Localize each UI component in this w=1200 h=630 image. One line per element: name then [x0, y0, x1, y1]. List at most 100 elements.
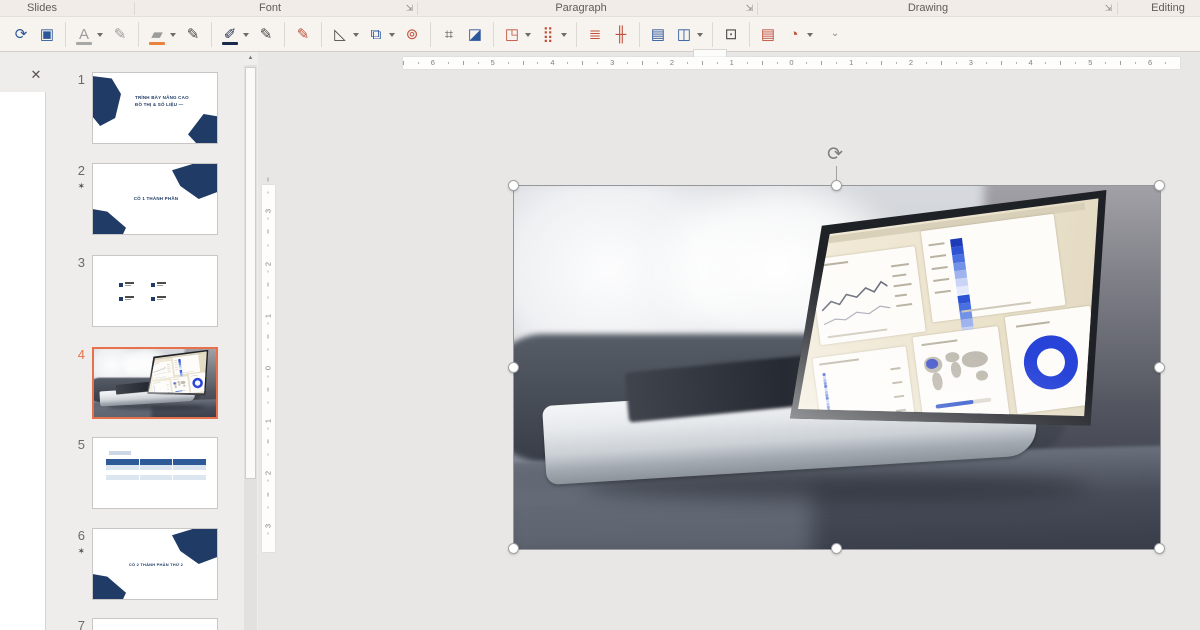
rotation-handle-icon[interactable]: ⟳: [824, 144, 846, 166]
slide-thumbnail-3[interactable]: [92, 255, 218, 327]
notes-page-icon[interactable]: ▤: [755, 22, 781, 48]
rotate-shape-icon[interactable]: ◺: [327, 22, 353, 48]
rotate-shape-dropdown-chevron[interactable]: [353, 32, 359, 37]
resize-handle-top-right[interactable]: [1154, 180, 1165, 191]
reuse-slides-glyph: ⟳: [14, 26, 28, 43]
toolbar-separator: [321, 22, 322, 47]
slide-panel-scrollbar[interactable]: ▲: [244, 52, 257, 630]
scroll-up-icon[interactable]: ▲: [244, 52, 257, 65]
ruler-mark: 6: [403, 57, 463, 69]
fill-eyedropper-icon[interactable]: ✎: [180, 22, 206, 48]
font-color-eyedropper-icon[interactable]: ✎: [107, 22, 133, 48]
slide-thumbnail-2[interactable]: CÓ 1 THÀNH PHẦN: [92, 163, 218, 235]
resize-handle-top-middle[interactable]: [831, 180, 842, 191]
table-shading-icon[interactable]: ▤: [645, 22, 671, 48]
resize-handle-middle-left[interactable]: [508, 362, 519, 373]
change-picture-icon[interactable]: ▣: [34, 22, 60, 48]
ribbon-group-drawing[interactable]: Drawing: [908, 0, 948, 17]
reuse-slides-icon[interactable]: ⟳: [8, 22, 34, 48]
slide-title-line: ĐỒ THỊ & SỐ LIỆU —: [135, 101, 184, 107]
slide-thumbnail-7[interactable]: [92, 618, 218, 630]
outline-eyedropper-icon[interactable]: ✎: [253, 22, 279, 48]
highlight-fill-color-icon[interactable]: ▰: [144, 22, 170, 48]
insert-picture-icon[interactable]: ◪: [462, 22, 488, 48]
table-dropdown-chevron[interactable]: [697, 32, 703, 37]
align-center-icon[interactable]: ╫: [608, 22, 634, 48]
slide-thumbnail-5[interactable]: [92, 437, 218, 509]
crop-icon[interactable]: ⌗: [436, 22, 462, 48]
font-dialog-launcher-icon[interactable]: ⇲: [404, 2, 415, 14]
animation-ring-dropdown-chevron[interactable]: [807, 32, 813, 37]
table-icon[interactable]: ◫: [671, 22, 697, 48]
ribbon-group-paragraph[interactable]: Paragraph: [555, 0, 606, 17]
table-glyph: ◫: [676, 26, 692, 43]
ruler-mark: 4: [1000, 57, 1061, 69]
slide-thumbnail-6[interactable]: CÓ 2 THÀNH PHẦN THỨ 2: [92, 528, 218, 600]
merge-shapes-icon[interactable]: ⊚: [399, 22, 425, 48]
ruler-mark: 2: [881, 57, 941, 69]
rotate-picture-icon[interactable]: ⊡: [718, 22, 744, 48]
resize-handle-bottom-middle[interactable]: [831, 543, 842, 554]
layers-glyph: ≣: [588, 26, 602, 43]
collapse-ribbon-icon[interactable]: ⌄: [829, 28, 841, 41]
slide-number-1: 1: [77, 72, 85, 87]
slide-title-text: TRÌNH BÀY NÂNG CAO ĐỒ THỊ & SỐ LIỆU —: [135, 95, 213, 109]
fill-eyedropper-glyph: ✎: [186, 26, 200, 43]
drawing-dialog-launcher-icon[interactable]: ⇲: [1103, 2, 1114, 14]
arrange-shapes-glyph: ⧉: [370, 26, 382, 43]
slide-number-3: 3: [77, 255, 85, 270]
color-picker-glyph: ✎: [296, 26, 310, 43]
highlight-fill-color-dropdown-chevron[interactable]: [170, 32, 176, 37]
bullet-icon-group: [151, 282, 166, 287]
rotation-handle-stem: [836, 166, 837, 180]
shape-outline-color-dropdown-chevron[interactable]: [243, 32, 249, 37]
shape-outline-color-icon[interactable]: ✐: [217, 22, 243, 48]
slide-row-7: 7: [55, 610, 258, 630]
change-picture-glyph: ▣: [39, 26, 55, 43]
close-icon[interactable]: ✕: [27, 66, 45, 84]
font-color-eyedropper-glyph: ✎: [113, 26, 127, 43]
grid-options-dropdown-chevron[interactable]: [561, 32, 567, 37]
bullet-icon-group: [151, 296, 166, 301]
animation-ring-icon[interactable]: ◔: [781, 22, 807, 48]
ribbon-group-font[interactable]: Font: [259, 0, 281, 17]
ribbon-group-editing[interactable]: Editing: [1151, 0, 1185, 17]
scrollbar-thumb[interactable]: [245, 67, 256, 479]
layers-icon[interactable]: ≣: [582, 22, 608, 48]
slide-number-5: 5: [77, 437, 85, 452]
paragraph-dialog-launcher-icon[interactable]: ⇲: [744, 2, 755, 14]
grid-options-icon[interactable]: ⣿: [535, 22, 561, 48]
resize-handle-bottom-left[interactable]: [508, 543, 519, 554]
decorative-blob: [172, 164, 217, 199]
font-color-icon[interactable]: A: [71, 22, 97, 48]
slide-number-7: 7: [77, 618, 85, 630]
ribbon-group-divider: [757, 2, 758, 15]
shape-outline-color-glyph: ✐: [223, 26, 237, 43]
ribbon-group-labels: Slides Font Paragraph Drawing Editing ⇲ …: [0, 0, 1200, 17]
font-color-color-bar: [76, 41, 92, 45]
arrange-shapes-dropdown-chevron[interactable]: [389, 32, 395, 37]
resize-handle-bottom-right[interactable]: [1154, 543, 1165, 554]
resize-handle-middle-right[interactable]: [1154, 362, 1165, 373]
shape-container-dropdown-chevron[interactable]: [525, 32, 531, 37]
slide-title-line: TRÌNH BÀY NÂNG CAO: [135, 95, 189, 100]
ruler-mark: 3: [940, 57, 1001, 69]
slide-thumbnail-4[interactable]: [92, 347, 218, 419]
shape-container-icon[interactable]: ◳: [499, 22, 525, 48]
ruler-mark: 5: [1060, 57, 1120, 69]
selected-picture[interactable]: ⟳: [508, 144, 1165, 554]
ribbon-group-slides[interactable]: Slides: [27, 0, 57, 17]
ruler-mark: 3: [262, 177, 275, 237]
toolbar-separator: [65, 22, 66, 47]
ribbon-group-divider: [1117, 2, 1118, 15]
slide-row-5: 5: [55, 429, 258, 521]
font-color-dropdown-chevron[interactable]: [97, 32, 103, 37]
resize-handle-top-left[interactable]: [508, 180, 519, 191]
arrange-shapes-icon[interactable]: ⧉: [363, 22, 389, 48]
ribbon-group-divider: [417, 2, 418, 15]
grid-options-glyph: ⣿: [542, 26, 554, 43]
slide-thumbnail-1[interactable]: TRÌNH BÀY NÂNG CAO ĐỒ THỊ & SỐ LIỆU —: [92, 72, 218, 144]
mini-table-column-divider: [172, 459, 173, 485]
color-picker-icon[interactable]: ✎: [290, 22, 316, 48]
slide-number-6: 6: [77, 528, 85, 543]
